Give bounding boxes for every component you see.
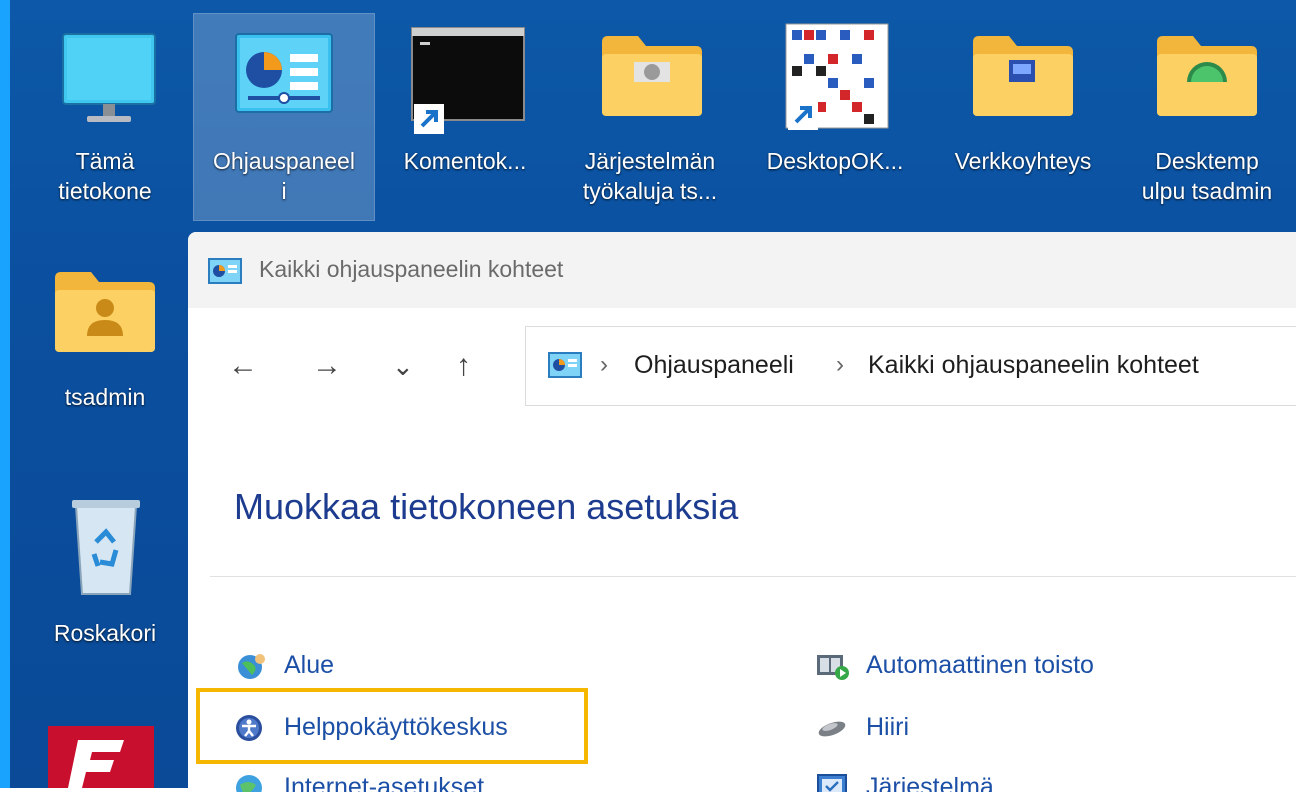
- desktop-icon-label: DesktopOK...: [766, 148, 904, 174]
- folder-icon: [602, 36, 702, 116]
- recycle-bin-icon: [72, 500, 140, 595]
- desktop-icon-label: tietokone: [58, 178, 152, 204]
- desktop-icon-label: Verkkoyhteys: [954, 148, 1092, 174]
- cpl-item-label: Internet-asetukset: [284, 773, 485, 792]
- highlight-box: [196, 688, 588, 764]
- breadcrumb-separator[interactable]: ›: [836, 351, 844, 379]
- window-title: Kaikki ohjauspaneelin kohteet: [259, 256, 564, 282]
- desktop-icon-label: i: [281, 178, 287, 204]
- control-panel-small-icon: [548, 352, 582, 378]
- cpl-item-label: Järjestelmä: [866, 773, 994, 792]
- folder-icon: [973, 36, 1073, 116]
- desktop-icon-label: Ohjauspaneel: [213, 148, 355, 174]
- internet-globe-icon: [236, 775, 262, 792]
- breadcrumb-control-panel[interactable]: Ohjauspaneeli: [634, 351, 794, 380]
- system-icon: [817, 774, 847, 792]
- address-bar[interactable]: › Ohjauspaneeli › Kaikki ohjauspaneelin …: [525, 326, 1296, 406]
- cpl-item-label: Hiiri: [866, 713, 910, 741]
- recent-locations-button[interactable]: ⌄: [392, 348, 414, 384]
- user-folder-icon: [55, 272, 155, 352]
- desktop-icon-label: työkaluja ts...: [582, 178, 718, 204]
- desktop-icon-label: Desktemp: [1155, 148, 1259, 174]
- forward-button[interactable]: →: [312, 348, 342, 384]
- desktop-icon-desktopok[interactable]: DesktopOK...: [750, 18, 920, 218]
- page-title: Muokkaa tietokoneen asetuksia: [234, 486, 739, 527]
- folder-icon: [1157, 36, 1257, 116]
- desktopok-grid-icon: [785, 23, 889, 130]
- desktop-icon-label: Tämä: [75, 148, 135, 174]
- cpl-item-label: Automaattinen toisto: [866, 651, 1094, 679]
- desktop-icon-label: Roskakori: [53, 620, 157, 646]
- desktop-icon-label: ulpu tsadmin: [1141, 178, 1273, 204]
- control-panel-icon: [235, 33, 333, 113]
- breadcrumb-all-items[interactable]: Kaikki ohjauspaneelin kohteet: [868, 351, 1199, 380]
- cpl-item-label: Alue: [284, 651, 335, 679]
- monitor-icon: [62, 33, 156, 122]
- autoplay-icon: [817, 655, 849, 680]
- desktop-icon-label: Komentok...: [403, 148, 527, 174]
- title-bar[interactable]: Kaikki ohjauspaneelin kohteet: [188, 232, 1296, 308]
- breadcrumb-separator[interactable]: ›: [600, 351, 608, 379]
- desktop-icon-system-tools[interactable]: Järjestelmän työkaluja ts...: [565, 18, 735, 218]
- desktop-icon-label: tsadmin: [64, 384, 146, 410]
- desktop-icon-network[interactable]: Verkkoyhteys: [938, 18, 1108, 218]
- divider: [210, 576, 1296, 577]
- desktop-icon-control-panel[interactable]: Ohjauspaneel i: [193, 13, 375, 221]
- desktop-icon-label: Järjestelmän: [584, 148, 716, 174]
- control-panel-small-icon: [208, 258, 242, 284]
- desktop-icon-recycle-bin[interactable]: Roskakori: [20, 490, 190, 666]
- command-prompt-icon: [411, 27, 525, 134]
- up-button[interactable]: ↑: [456, 348, 471, 384]
- desktop-icon-command-prompt[interactable]: Komentok...: [380, 18, 550, 218]
- desktop-icon-desktemp[interactable]: Desktemp ulpu tsadmin: [1122, 18, 1292, 218]
- back-button[interactable]: ←: [228, 348, 258, 384]
- mouse-icon: [818, 721, 846, 737]
- app-logo-icon: [68, 740, 124, 788]
- desktop-icon-partial[interactable]: [48, 726, 154, 788]
- globe-person-icon: [238, 654, 265, 679]
- desktop-icon-this-pc[interactable]: Tämä tietokone: [20, 18, 190, 218]
- desktop-icon-user-folder[interactable]: tsadmin: [20, 256, 190, 432]
